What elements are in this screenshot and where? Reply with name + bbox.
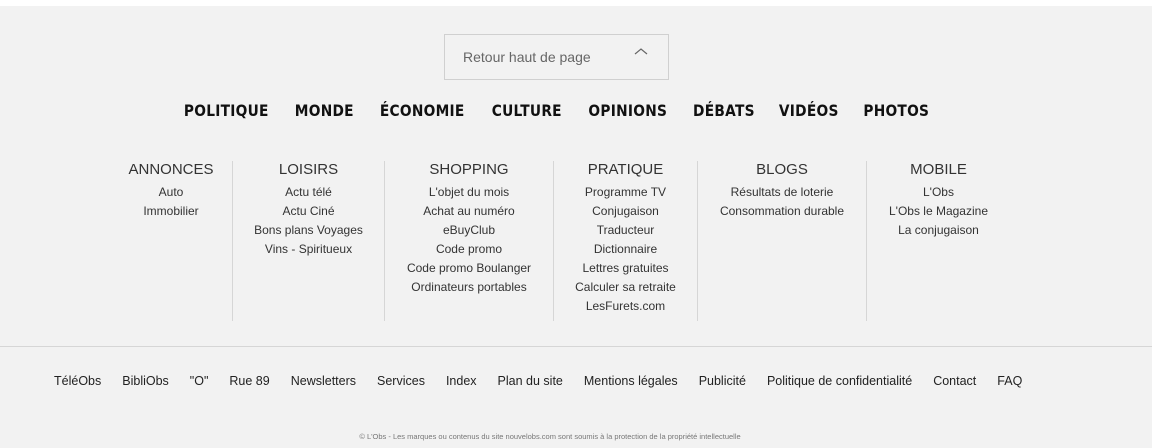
link-services[interactable]: Services (377, 374, 425, 388)
link-faq[interactable]: FAQ (997, 374, 1022, 388)
footer-link[interactable]: Vins - Spiritueux (233, 240, 384, 259)
footer-link[interactable]: eBuyClub (385, 221, 553, 240)
footer-link[interactable]: L'objet du mois (385, 183, 553, 202)
link-rue89[interactable]: Rue 89 (229, 374, 269, 388)
category-monde[interactable]: MONDE (295, 101, 354, 120)
footer-link[interactable]: Conjugaison (554, 202, 697, 221)
column-title: LOISIRS (278, 161, 339, 178)
footer-link[interactable]: Actu Ciné (233, 202, 384, 221)
column-title: MOBILE (910, 161, 967, 178)
footer-link[interactable]: Ordinateurs portables (385, 278, 553, 297)
footer-link[interactable]: Achat au numéro (385, 202, 553, 221)
category-debats[interactable]: DÉBATS (693, 101, 755, 120)
category-photos[interactable]: PHOTOS (864, 101, 930, 120)
column-title: PRATIQUE (587, 161, 664, 178)
category-culture[interactable]: CULTURE (492, 101, 562, 120)
category-economie[interactable]: ÉCONOMIE (380, 101, 465, 120)
footer-link[interactable]: Bons plans Voyages (233, 221, 384, 240)
link-teleobs[interactable]: TéléObs (54, 374, 101, 388)
bottom-links: TéléObs BibliObs "O" Rue 89 Newsletters … (54, 374, 1043, 388)
link-index[interactable]: Index (446, 374, 477, 388)
column-loisirs: LOISIRS Actu télé Actu Ciné Bons plans V… (232, 161, 384, 321)
column-blogs: BLOGS Résultats de loterie Consommation … (697, 161, 866, 321)
link-newsletters[interactable]: Newsletters (291, 374, 356, 388)
category-nav: POLITIQUE MONDE ÉCONOMIE CULTURE OPINION… (0, 101, 1112, 121)
back-to-top-label: Retour haut de page (463, 49, 591, 65)
footer-link[interactable]: Traducteur (554, 221, 697, 240)
link-plan-du-site[interactable]: Plan du site (498, 374, 563, 388)
footer-link[interactable]: L'Obs (867, 183, 1010, 202)
footer-link[interactable]: Calculer sa retraite (554, 278, 697, 297)
footer-link[interactable]: Actu télé (233, 183, 384, 202)
footer-divider (0, 346, 1152, 347)
footer-link[interactable]: Consommation durable (698, 202, 866, 221)
footer-link[interactable]: La conjugaison (867, 221, 1010, 240)
copyright-text: © L'Obs - Les marques ou contenus du sit… (359, 432, 741, 441)
footer-link[interactable]: LesFurets.com (554, 297, 697, 316)
link-o[interactable]: "O" (190, 374, 209, 388)
link-publicite[interactable]: Publicité (699, 374, 746, 388)
column-shopping: SHOPPING L'objet du mois Achat au numéro… (384, 161, 553, 321)
footer-link[interactable]: Auto (110, 183, 232, 202)
category-politique[interactable]: POLITIQUE (184, 101, 269, 120)
category-videos[interactable]: VIDÉOS (779, 101, 839, 120)
footer-link[interactable]: Programme TV (554, 183, 697, 202)
link-politique-confidentialite[interactable]: Politique de confidentialité (767, 374, 912, 388)
site-footer: Retour haut de page POLITIQUE MONDE ÉCON… (0, 6, 1152, 448)
footer-link[interactable]: L'Obs le Magazine (867, 202, 1010, 221)
column-title: BLOGS (756, 161, 808, 178)
column-title: ANNONCES (128, 161, 214, 178)
footer-link[interactable]: Lettres gratuites (554, 259, 697, 278)
back-to-top-button[interactable]: Retour haut de page (444, 34, 669, 80)
footer-link[interactable]: Code promo (385, 240, 553, 259)
link-bibliobs[interactable]: BibliObs (122, 374, 169, 388)
column-annonces: ANNONCES Auto Immobilier (110, 161, 232, 321)
column-mobile: MOBILE L'Obs L'Obs le Magazine La conjug… (866, 161, 1010, 321)
footer-link[interactable]: Dictionnaire (554, 240, 697, 259)
column-title: SHOPPING (429, 161, 509, 178)
chevron-up-icon (634, 48, 648, 55)
category-opinions[interactable]: OPINIONS (589, 101, 668, 120)
footer-link[interactable]: Code promo Boulanger (385, 259, 553, 278)
link-contact[interactable]: Contact (933, 374, 976, 388)
column-pratique: PRATIQUE Programme TV Conjugaison Traduc… (553, 161, 697, 321)
link-mentions-legales[interactable]: Mentions légales (584, 374, 678, 388)
footer-link[interactable]: Immobilier (110, 202, 232, 221)
footer-link[interactable]: Résultats de loterie (698, 183, 866, 202)
footer-columns: ANNONCES Auto Immobilier LOISIRS Actu té… (110, 161, 1010, 321)
